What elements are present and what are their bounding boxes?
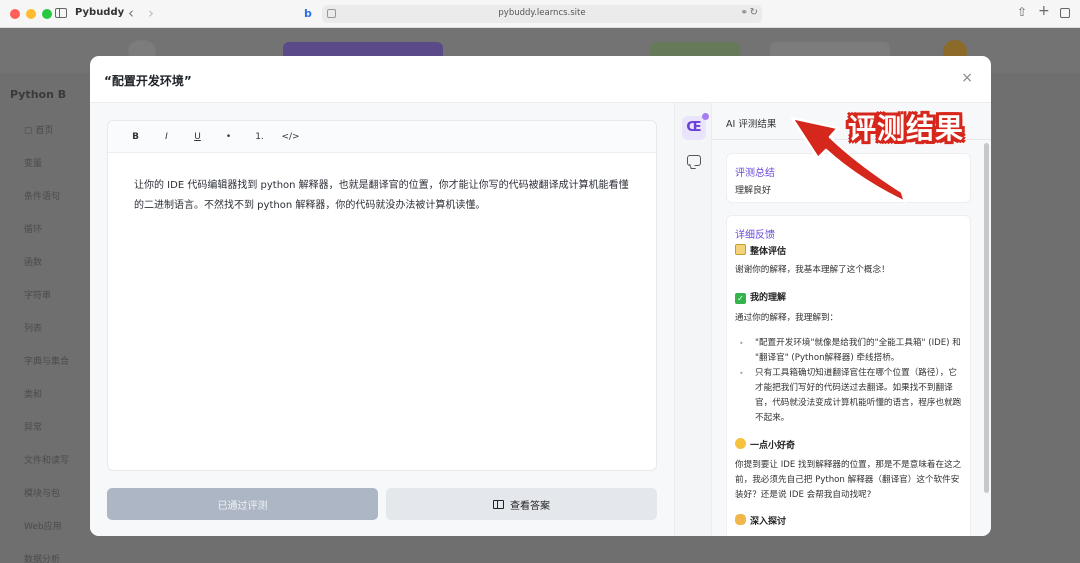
summary-heading: 评测总结 xyxy=(735,168,775,179)
sidebar-toggle-icon[interactable] xyxy=(55,8,67,18)
italic-button[interactable]: I xyxy=(151,132,182,142)
understanding-heading: ✓ 我的理解 xyxy=(735,291,962,306)
view-answer-button[interactable]: 查看答案 xyxy=(386,488,657,520)
feedback-card: 详细反馈 整体评估 谢谢你的解释，我基本理解了这个概念！ ✓ 我的理解 通过你的解… xyxy=(726,215,971,536)
rich-text-editor[interactable]: B I U • 1. </> 让你的 IDE 代码编辑器找到 python 解释… xyxy=(107,120,657,471)
browser-toolbar: Pybuddy ⌄ ‹ › b pybuddy.learncs.site ⚭ ↻… xyxy=(0,0,1080,28)
forward-arrow-icon[interactable]: › xyxy=(148,4,154,22)
check-mark-icon: ✓ xyxy=(735,293,746,304)
list-item: "配置开发环境"就像是给我们的"全能工具箱" (IDE) 和 "翻译官" (Py… xyxy=(735,336,964,366)
curious-heading: 一点小好奇 xyxy=(735,438,962,454)
background-sidebar-item: 条件语句 xyxy=(24,192,61,202)
translate-icon[interactable]: ⚭ xyxy=(740,8,748,18)
background-sidebar-item: 文件和读写 xyxy=(24,456,70,466)
overall-text: 谢谢你的解释，我基本理解了这个概念！ xyxy=(735,265,890,275)
notification-dot xyxy=(702,113,709,120)
understanding-intro: 通过你的解释，我理解到： xyxy=(735,313,839,323)
chat-bubble-icon[interactable] xyxy=(687,155,701,166)
overall-title: 整体评估 xyxy=(750,247,787,257)
background-sidebar-item: 函数 xyxy=(24,258,43,268)
deep-title: 深入探讨 xyxy=(750,517,787,527)
tab-overview-icon[interactable] xyxy=(1060,8,1070,18)
editor-content[interactable]: 让你的 IDE 代码编辑器找到 python 解释器，也就是翻译官的位置，你才能… xyxy=(134,176,634,216)
background-sidebar-item: 模块与包 xyxy=(24,489,61,499)
background-sidebar-item: 循环 xyxy=(24,225,43,235)
overall-heading: 整体评估 xyxy=(735,244,962,260)
panel-scrollbar[interactable] xyxy=(984,143,989,493)
memo-icon xyxy=(735,244,746,255)
window-controls xyxy=(10,9,52,19)
share-icon[interactable]: ⇧ xyxy=(1017,5,1027,19)
url-text: pybuddy.learncs.site xyxy=(498,8,586,18)
address-bar[interactable]: pybuddy.learncs.site ⚭ ↻ xyxy=(322,5,762,23)
list-item: 只有工具箱确切知道翻译官住在哪个位置（路径），它才能把我们写好的代码送过去翻译。… xyxy=(735,366,964,426)
zoom-window-button[interactable] xyxy=(42,9,52,19)
curious-text: 你提到要让 IDE 找到解释器的位置，那是不是意味着在这之前，我必须先自己把 P… xyxy=(735,460,962,500)
minimize-window-button[interactable] xyxy=(26,9,36,19)
view-answer-label: 查看答案 xyxy=(510,500,550,512)
modal-title: “配置开发环境” xyxy=(104,74,192,88)
thinking-face-icon xyxy=(735,438,746,449)
book-icon xyxy=(493,499,504,509)
ai-tab-glyph: Œ xyxy=(686,120,702,135)
background-sidebar-item: 字符串 xyxy=(24,291,52,301)
background-sidebar-item: 数据分析 xyxy=(24,555,61,563)
chevron-down-icon[interactable]: ⌄ xyxy=(110,7,118,17)
background-sidebar-item: 字典与集合 xyxy=(24,357,70,367)
underline-button[interactable]: U xyxy=(182,132,213,142)
background-sidebar: ▢ 首页 变量 条件语句 循环 函数 字符串 列表 字典与集合 类和 异常 文件… xyxy=(0,123,90,563)
ordered-list-button[interactable]: 1. xyxy=(244,132,275,142)
passed-evaluation-button[interactable]: 已通过评测 xyxy=(107,488,378,520)
editor-toolbar: B I U • 1. </> xyxy=(108,121,656,153)
background-sidebar-item: Web应用 xyxy=(24,522,62,532)
background-sidebar-item: 异常 xyxy=(24,423,43,433)
background-sidebar-item: 变量 xyxy=(24,159,43,169)
handshake-icon xyxy=(735,514,746,525)
code-block-button[interactable]: </> xyxy=(275,132,306,142)
curious-title: 一点小好奇 xyxy=(750,441,796,451)
site-favicon-icon: b xyxy=(304,7,312,20)
back-arrow-icon[interactable]: ‹ xyxy=(128,4,134,22)
ai-evaluation-panel: AI 评测结果 评测总结 理解良好 详细反馈 整体评估 谢谢你的解释，我基本理解… xyxy=(712,103,991,536)
bold-button[interactable]: B xyxy=(120,132,151,142)
answer-pane: B I U • 1. </> 让你的 IDE 代码编辑器找到 python 解释… xyxy=(90,103,674,536)
side-rail: Œ xyxy=(674,103,712,536)
feedback-heading: 详细反馈 xyxy=(735,230,775,241)
bullet-list-button[interactable]: • xyxy=(213,132,244,142)
deep-heading: 深入探讨 xyxy=(735,514,962,530)
background-sidebar-item: 列表 xyxy=(24,324,43,334)
panel-title: AI 评测结果 xyxy=(726,119,777,130)
summary-card: 评测总结 理解良好 xyxy=(726,153,971,203)
annotation-label: 评测结果 xyxy=(848,112,965,145)
summary-text: 理解良好 xyxy=(735,186,772,196)
new-tab-icon[interactable]: + xyxy=(1038,3,1050,19)
background-sidebar-item: 类和 xyxy=(24,390,43,400)
understanding-title: 我的理解 xyxy=(750,293,787,303)
close-icon[interactable]: × xyxy=(961,70,973,86)
ai-evaluation-tab-icon[interactable]: Œ xyxy=(682,113,709,140)
understanding-list: "配置开发环境"就像是给我们的"全能工具箱" (IDE) 和 "翻译官" (Py… xyxy=(735,336,964,426)
background-sidebar-item: ▢ 首页 xyxy=(24,126,54,136)
close-window-button[interactable] xyxy=(10,9,20,19)
reload-icon[interactable]: ↻ xyxy=(750,7,758,18)
